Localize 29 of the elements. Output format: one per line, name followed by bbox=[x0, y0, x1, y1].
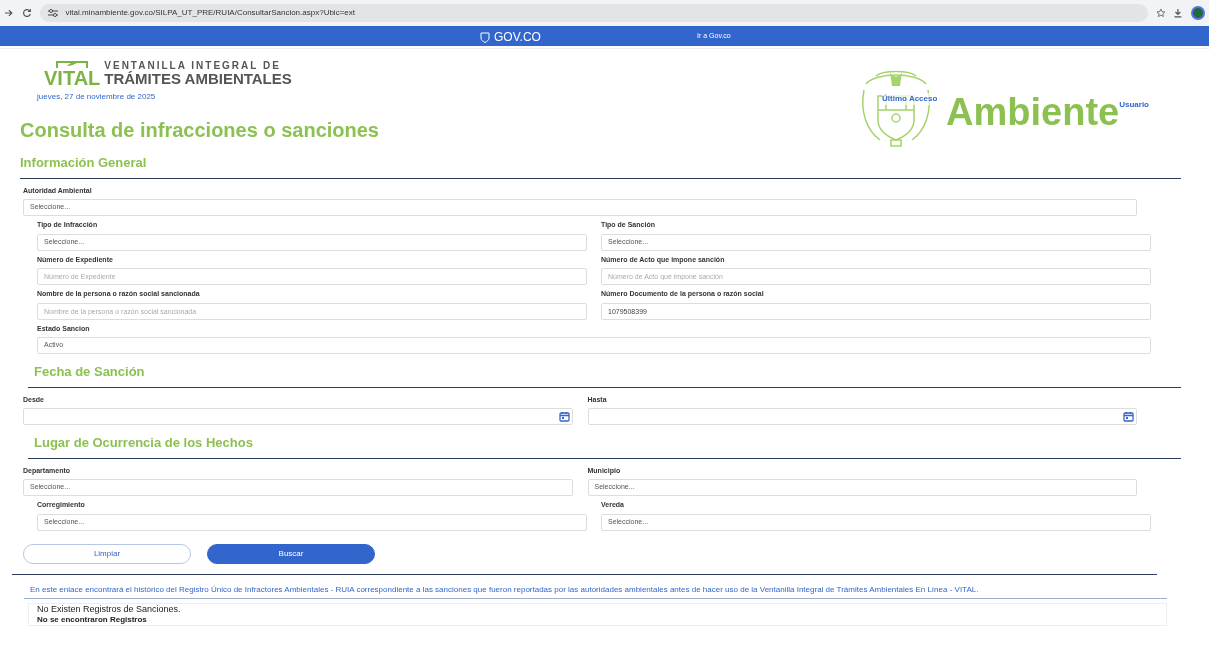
section-heading: Lugar de Ocurrencia de los Hechos bbox=[34, 434, 253, 452]
star-icon[interactable] bbox=[1155, 8, 1166, 18]
logo-brand: VITAL bbox=[44, 69, 101, 87]
reload-icon[interactable] bbox=[21, 8, 32, 18]
action-button[interactable]: Buscar bbox=[207, 543, 375, 564]
section-heading: Fecha de Sanción bbox=[34, 363, 145, 381]
calendar-icon[interactable] bbox=[558, 411, 570, 422]
forward-icon[interactable] bbox=[4, 8, 14, 18]
empty-note: No se encontraron Registros bbox=[37, 614, 147, 625]
shield-icon bbox=[480, 31, 490, 43]
logo-tagline: TRÁMITES AMBIENTALES bbox=[104, 71, 292, 87]
site-settings-icon[interactable] bbox=[47, 9, 58, 17]
date-field[interactable] bbox=[587, 408, 1137, 425]
history-link[interactable]: En este enlace encontrará el histórico del Registro Único de Infractores Ambientales - RUIA correspondiente a las sanciones que fueron reportadas por las autoridades ambientales antes de hacer uso de la Ventanilla Integral de Trámites Ambientales En Línea - VITAL. bbox=[30, 583, 979, 596]
section-heading: Información General bbox=[20, 154, 147, 172]
address-bar[interactable]: vital.minambiente.gov.co/SILPA_UT_PRE/RUIA/ConsultarSancion.aspx?Ubic=ext bbox=[39, 4, 1148, 22]
user-label: Usuario bbox=[1119, 100, 1149, 109]
page-title: Consulta de infracciones o sanciones bbox=[20, 118, 379, 143]
gov-logo[interactable]: GOV.CO bbox=[494, 28, 541, 46]
calendar-icon[interactable] bbox=[1123, 411, 1134, 422]
date-text: jueves, 27 de noviembre de 2025 bbox=[37, 91, 156, 103]
ministry-logo-text: Ambiente bbox=[946, 89, 1120, 135]
action-button[interactable]: Limpiar bbox=[23, 543, 191, 564]
download-icon[interactable] bbox=[1173, 8, 1184, 18]
empty-message: No Existen Registros de Sanciones. bbox=[37, 603, 181, 615]
last-access-label: Último Acceso bbox=[882, 93, 938, 105]
date-field[interactable] bbox=[23, 408, 573, 425]
profile-avatar[interactable] bbox=[1191, 6, 1205, 20]
logo-tagline: VENTANILLA INTEGRAL DE bbox=[104, 60, 282, 71]
